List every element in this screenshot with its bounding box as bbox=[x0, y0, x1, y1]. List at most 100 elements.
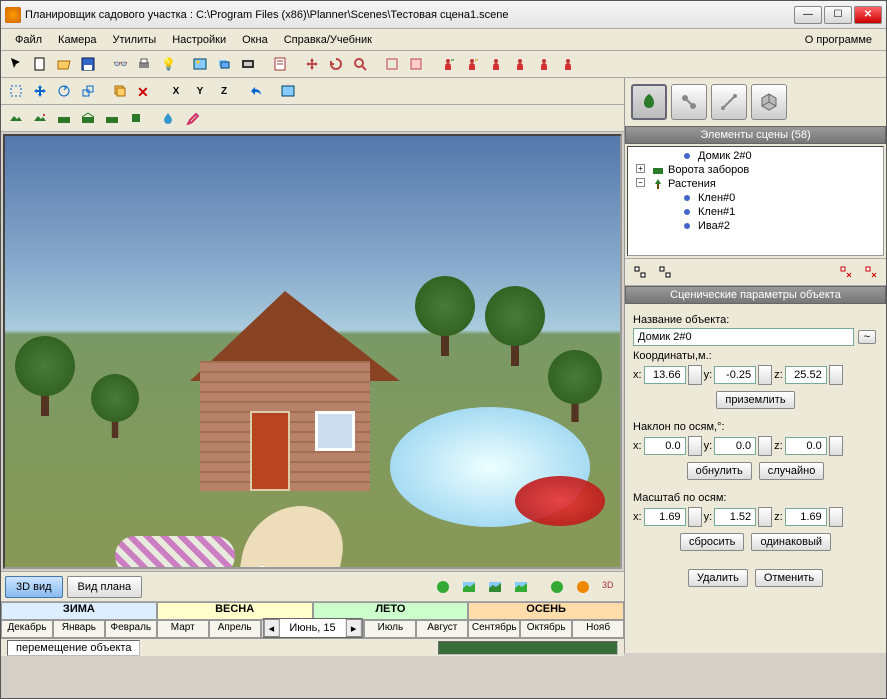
month-jan[interactable]: Январь bbox=[53, 620, 105, 638]
spinner-icon[interactable] bbox=[758, 507, 772, 527]
render-2-icon[interactable] bbox=[484, 576, 506, 598]
scale-tool-icon[interactable] bbox=[77, 80, 99, 102]
scale-z-input[interactable] bbox=[785, 508, 827, 526]
z-axis-button[interactable]: Z bbox=[213, 80, 235, 102]
rotate-icon[interactable] bbox=[325, 53, 347, 75]
ground-button[interactable]: приземлить bbox=[716, 391, 794, 409]
menu-help[interactable]: Справка/Учебник bbox=[276, 32, 380, 48]
spinner-icon[interactable] bbox=[829, 436, 843, 456]
water-icon[interactable] bbox=[157, 107, 179, 129]
film-icon[interactable] bbox=[237, 53, 259, 75]
terrain-2-icon[interactable] bbox=[29, 107, 51, 129]
tree-item[interactable]: Домик 2#0 bbox=[630, 149, 881, 163]
scale-x-input[interactable] bbox=[644, 508, 686, 526]
spinner-icon[interactable] bbox=[829, 365, 843, 385]
terrain-4-icon[interactable] bbox=[77, 107, 99, 129]
x-axis-button[interactable]: X bbox=[165, 80, 187, 102]
new-icon[interactable] bbox=[29, 53, 51, 75]
minimize-button[interactable]: — bbox=[794, 6, 822, 24]
person-6-icon[interactable] bbox=[557, 53, 579, 75]
open-icon[interactable] bbox=[53, 53, 75, 75]
move-tool-icon[interactable] bbox=[29, 80, 51, 102]
render-3-icon[interactable] bbox=[510, 576, 532, 598]
reset-tilt-button[interactable]: обнулить bbox=[687, 462, 752, 480]
cancel-button[interactable]: Отменить bbox=[755, 569, 823, 587]
print-icon[interactable] bbox=[133, 53, 155, 75]
collapse-icon[interactable]: − bbox=[636, 178, 645, 187]
spinner-icon[interactable] bbox=[688, 436, 702, 456]
circle-orange-icon[interactable] bbox=[572, 576, 594, 598]
same-scale-button[interactable]: одинаковый bbox=[751, 533, 831, 551]
terrain-5-icon[interactable] bbox=[101, 107, 123, 129]
render-1-icon[interactable] bbox=[458, 576, 480, 598]
person-1-icon[interactable] bbox=[437, 53, 459, 75]
delete-button[interactable]: Удалить bbox=[688, 569, 748, 587]
plan-view-button[interactable]: Вид плана bbox=[67, 576, 143, 598]
render-tool-icon[interactable] bbox=[277, 80, 299, 102]
bulb-icon[interactable]: 💡 bbox=[157, 53, 179, 75]
menu-windows[interactable]: Окна bbox=[234, 32, 276, 48]
picture-icon[interactable] bbox=[189, 53, 211, 75]
tree-tool-3-icon[interactable] bbox=[835, 261, 857, 283]
tab-measure-icon[interactable] bbox=[711, 84, 747, 120]
tilt-y-input[interactable] bbox=[714, 437, 756, 455]
tree-item[interactable]: Клен#0 bbox=[630, 191, 881, 205]
tree-tool-4-icon[interactable] bbox=[860, 261, 882, 283]
object-name-input[interactable] bbox=[633, 328, 854, 346]
date-prev-button[interactable]: ◂ bbox=[263, 619, 279, 637]
copy-tool-icon[interactable] bbox=[109, 80, 131, 102]
person-5-icon[interactable] bbox=[533, 53, 555, 75]
report-icon[interactable] bbox=[269, 53, 291, 75]
menu-settings[interactable]: Настройки bbox=[164, 32, 234, 48]
tab-tools-icon[interactable] bbox=[671, 84, 707, 120]
binoculars-icon[interactable]: 👓 bbox=[109, 53, 131, 75]
close-button[interactable]: ✕ bbox=[854, 6, 882, 24]
tool-b-icon[interactable] bbox=[405, 53, 427, 75]
menu-utilities[interactable]: Утилиты bbox=[105, 32, 165, 48]
season-winter[interactable]: ЗИМА bbox=[1, 602, 157, 620]
circle-green-icon[interactable] bbox=[432, 576, 454, 598]
move-icon[interactable] bbox=[301, 53, 323, 75]
rotate-tool-icon[interactable] bbox=[53, 80, 75, 102]
cursor-icon[interactable] bbox=[5, 53, 27, 75]
spinner-icon[interactable] bbox=[758, 436, 772, 456]
terrain-1-icon[interactable] bbox=[5, 107, 27, 129]
tab-cube-icon[interactable] bbox=[751, 84, 787, 120]
tilt-x-input[interactable] bbox=[644, 437, 686, 455]
month-apr[interactable]: Апрель bbox=[209, 620, 261, 638]
month-mar[interactable]: Март bbox=[157, 620, 209, 638]
undo-icon[interactable] bbox=[245, 80, 267, 102]
tilt-z-input[interactable] bbox=[785, 437, 827, 455]
tree-tool-2-icon[interactable] bbox=[654, 261, 676, 283]
circle-green2-icon[interactable] bbox=[546, 576, 568, 598]
person-2-icon[interactable] bbox=[461, 53, 483, 75]
expand-icon[interactable]: + bbox=[636, 164, 645, 173]
tree-item[interactable]: Клен#1 bbox=[630, 205, 881, 219]
tree-item[interactable]: Ива#2 bbox=[630, 219, 881, 233]
month-jul[interactable]: Июль bbox=[364, 620, 416, 638]
reset-scale-button[interactable]: сбросить bbox=[680, 533, 744, 551]
zoom-icon[interactable] bbox=[349, 53, 371, 75]
layers-icon[interactable] bbox=[213, 53, 235, 75]
tree-item[interactable]: −Растения bbox=[630, 177, 881, 191]
tree-tool-1-icon[interactable] bbox=[629, 261, 651, 283]
tree-item[interactable]: +Ворота заборов bbox=[630, 163, 881, 177]
season-fall[interactable]: ОСЕНЬ bbox=[468, 602, 624, 620]
spinner-icon[interactable] bbox=[829, 507, 843, 527]
spinner-icon[interactable] bbox=[758, 365, 772, 385]
month-sep[interactable]: Сентябрь bbox=[468, 620, 520, 638]
menu-camera[interactable]: Камера bbox=[50, 32, 104, 48]
scale-y-input[interactable] bbox=[714, 508, 756, 526]
month-aug[interactable]: Август bbox=[416, 620, 468, 638]
terrain-6-icon[interactable] bbox=[125, 107, 147, 129]
3d-view-button[interactable]: 3D вид bbox=[5, 576, 63, 598]
random-tilt-button[interactable]: случайно bbox=[759, 462, 825, 480]
person-4-icon[interactable] bbox=[509, 53, 531, 75]
menu-about[interactable]: О программе bbox=[797, 32, 880, 48]
3d-label-icon[interactable]: 3D bbox=[598, 576, 620, 598]
3d-viewport[interactable] bbox=[3, 134, 622, 569]
coord-y-input[interactable] bbox=[714, 366, 756, 384]
coord-x-input[interactable] bbox=[644, 366, 686, 384]
eyedrop-icon[interactable] bbox=[181, 107, 203, 129]
person-3-icon[interactable] bbox=[485, 53, 507, 75]
